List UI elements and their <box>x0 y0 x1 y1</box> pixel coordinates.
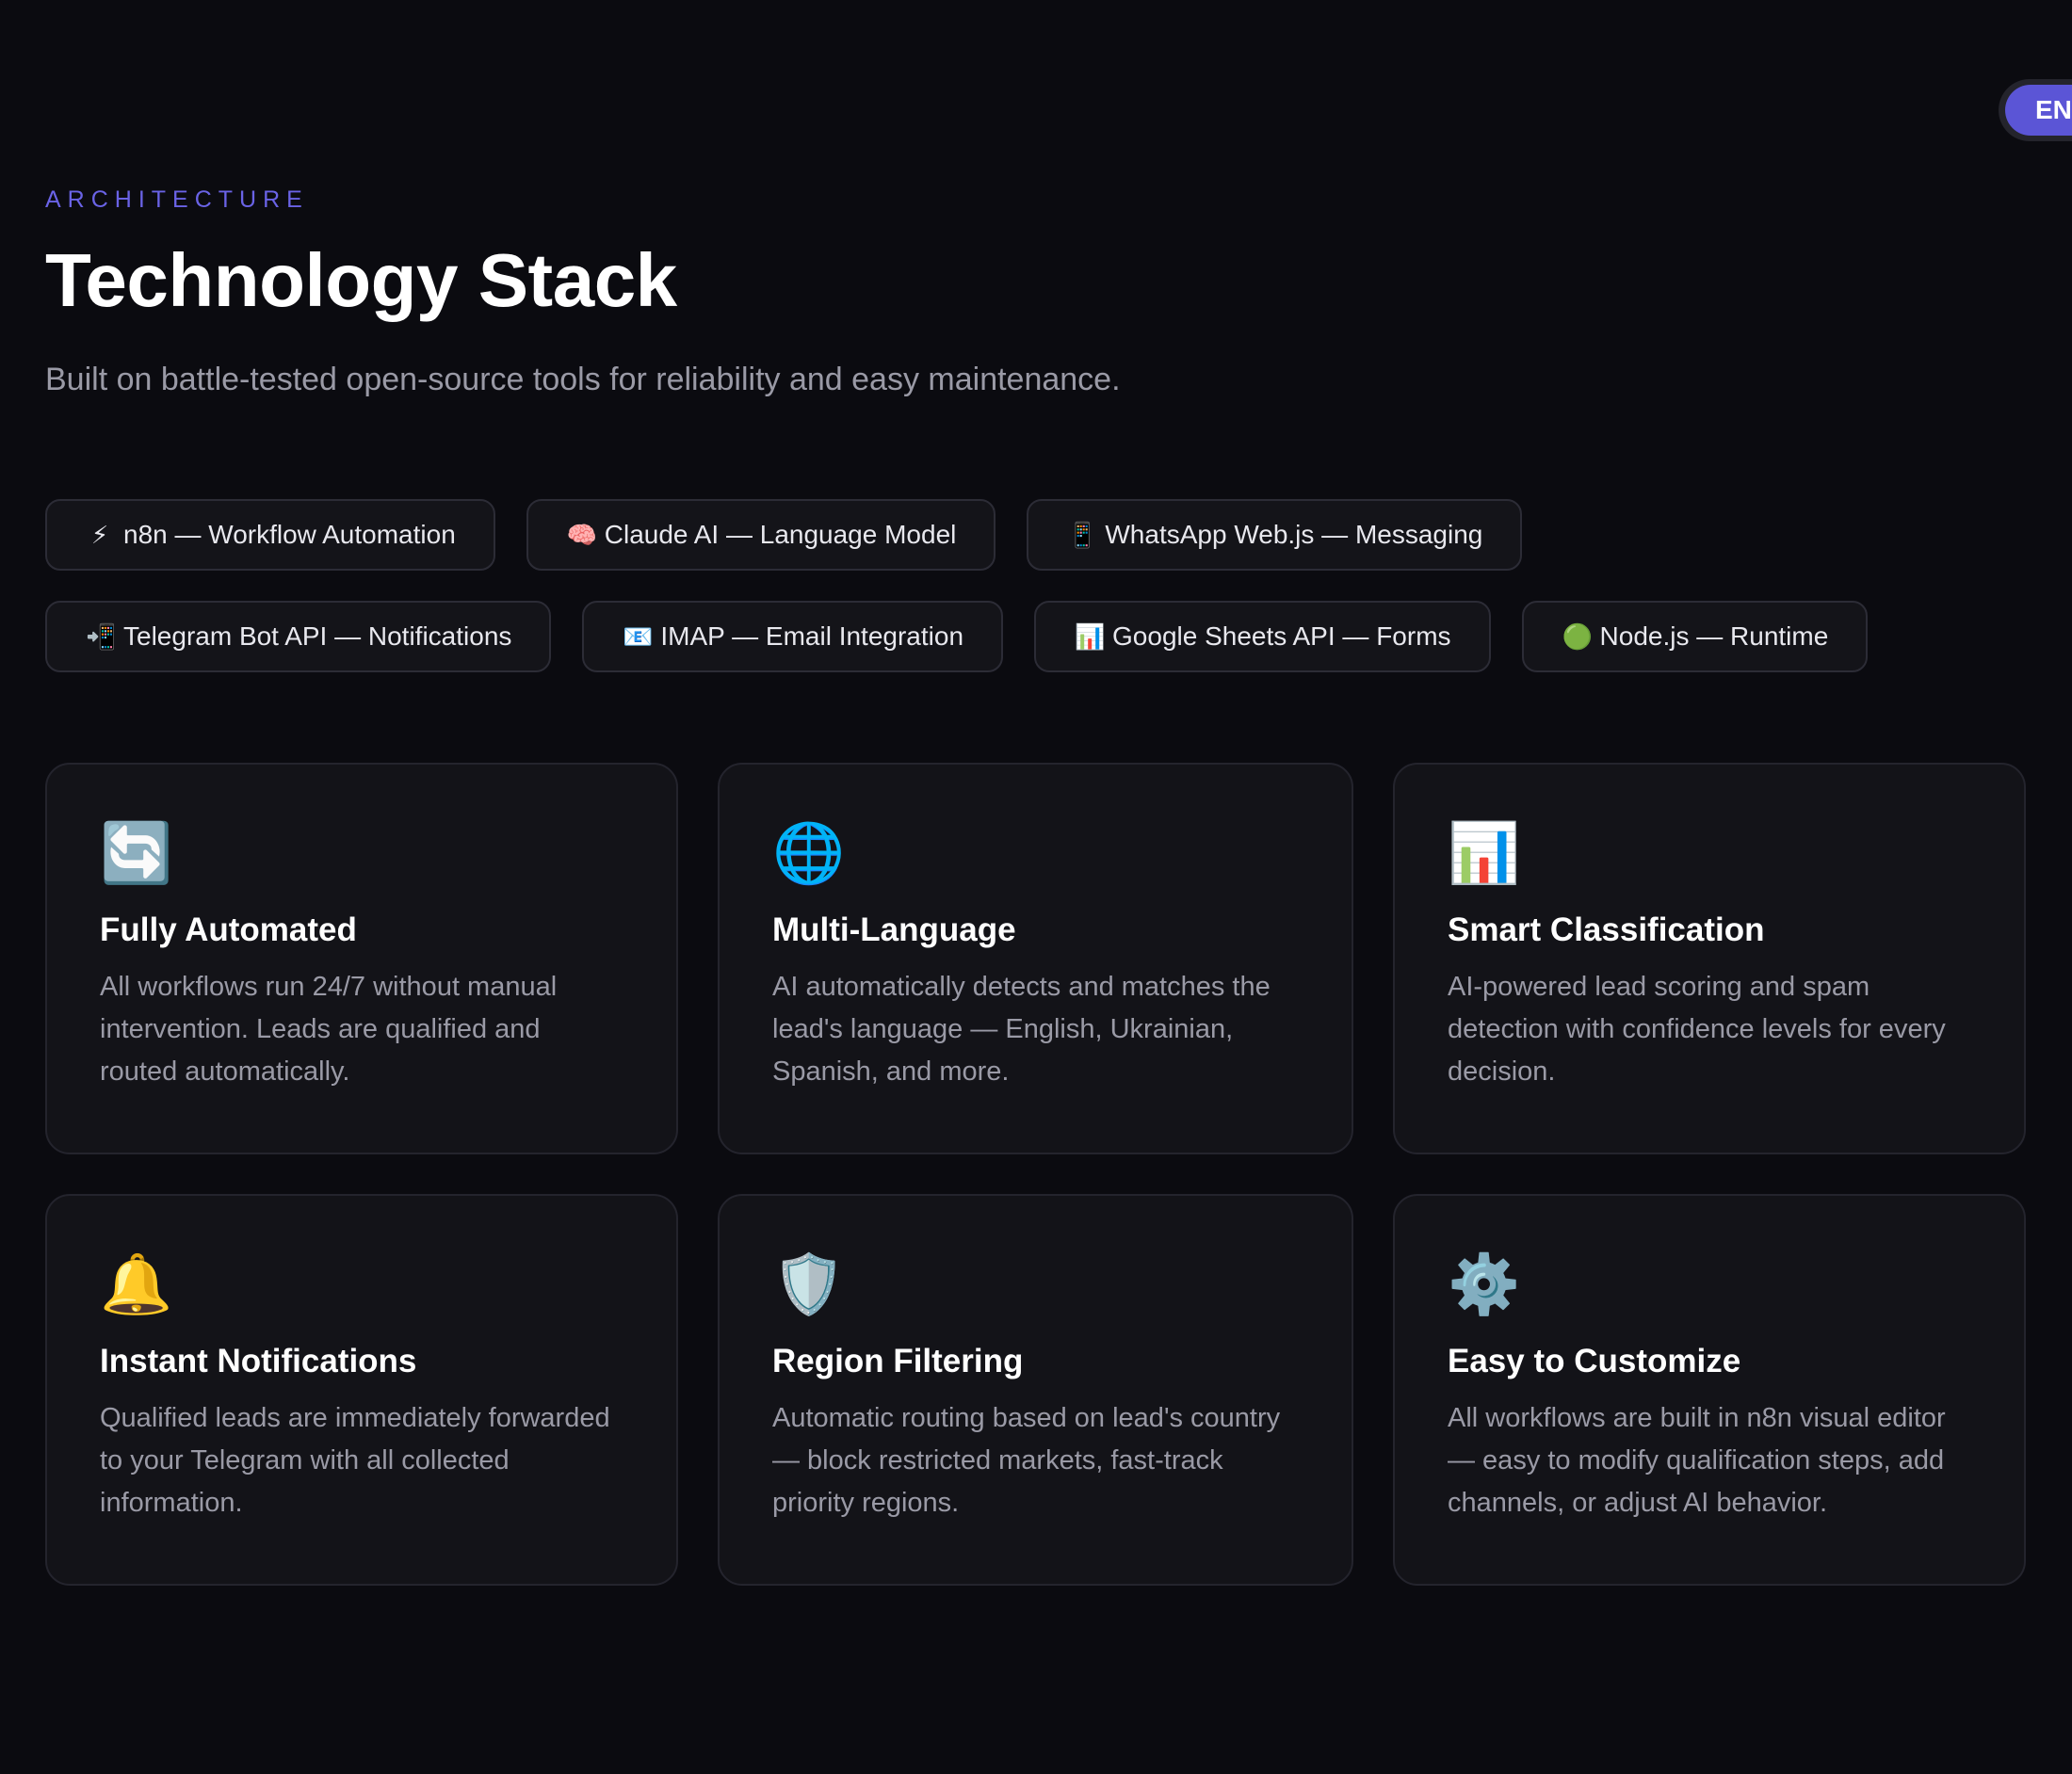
feature-card-fully-automated: 🔄 Fully Automated All workflows run 24/7… <box>45 763 678 1154</box>
tech-tag-n8n: ⚡ n8n — Workflow Automation <box>45 499 495 571</box>
feature-card-region-filtering: 🛡️ Region Filtering Automatic routing ba… <box>718 1194 1353 1586</box>
feature-card-title: Smart Classification <box>1448 911 1765 948</box>
bar-chart-icon: 📊 <box>1448 821 1521 886</box>
tech-tag-label: Claude AI — Language Model <box>604 520 957 549</box>
tech-tag-label: WhatsApp Web.js — Messaging <box>1105 520 1483 549</box>
feature-card-title: Multi-Language <box>772 911 1016 948</box>
brain-icon: 🧠 <box>566 520 598 549</box>
tech-tag-imap: 📧 IMAP — Email Integration <box>582 601 1004 672</box>
feature-card-title: Easy to Customize <box>1448 1343 1741 1379</box>
bell-icon: 🔔 <box>100 1252 173 1317</box>
feature-card-smart-classification: 📊 Smart Classification AI-powered lead s… <box>1393 763 2026 1154</box>
tech-tag-label: IMAP — Email Integration <box>660 621 964 651</box>
language-toggle-active[interactable]: EN <box>2005 85 2072 136</box>
feature-card-title: Instant Notifications <box>100 1343 417 1379</box>
tech-tag-google-sheets: 📊 Google Sheets API — Forms <box>1034 601 1491 672</box>
feature-card-description: AI-powered lead scoring and spam detecti… <box>1448 972 1946 1087</box>
phone-arrow-icon: 📲 <box>86 621 117 651</box>
feature-card-instant-notifications: 🔔 Instant Notifications Qualified leads … <box>45 1194 678 1586</box>
shield-icon: 🛡️ <box>772 1252 846 1317</box>
feature-card-description: All workflows run 24/7 without manual in… <box>100 972 558 1087</box>
email-icon: 📧 <box>623 621 654 651</box>
section-eyebrow: ARCHITECTURE <box>45 186 309 213</box>
language-toggle[interactable]: EN <box>1999 79 2072 141</box>
tech-tag-nodejs: 🟢 Node.js — Runtime <box>1521 601 1869 672</box>
repeat-arrows-icon: 🔄 <box>100 821 173 886</box>
feature-cards-grid: 🔄 Fully Automated All workflows run 24/7… <box>45 763 2027 1586</box>
feature-card-easy-to-customize: ⚙️ Easy to Customize All workflows are b… <box>1393 1194 2026 1586</box>
gear-icon: ⚙️ <box>1448 1252 1521 1317</box>
feature-card-multi-language: 🌐 Multi-Language AI automatically detect… <box>718 763 1353 1154</box>
section-subtitle: Built on battle-tested open-source tools… <box>45 362 1121 397</box>
tech-tag-whatsapp: 📱 WhatsApp Web.js — Messaging <box>1027 499 1523 571</box>
tech-tag-label: n8n — Workflow Automation <box>123 520 456 549</box>
tech-tags-row-1: ⚡ n8n — Workflow Automation 🧠 Claude AI … <box>45 499 1523 571</box>
tech-tag-label: Node.js — Runtime <box>1599 621 1829 651</box>
page-title: Technology Stack <box>45 238 677 322</box>
feature-card-description: Qualified leads are immediately forwarde… <box>100 1403 610 1518</box>
tech-tag-label: Telegram Bot API — Notifications <box>123 621 512 651</box>
phone-icon: 📱 <box>1067 520 1098 549</box>
bar-chart-icon: 📊 <box>1075 621 1106 651</box>
tech-tags-row-2: 📲 Telegram Bot API — Notifications 📧 IMA… <box>45 601 1869 672</box>
green-circle-icon: 🟢 <box>1562 621 1593 651</box>
feature-card-description: All workflows are built in n8n visual ed… <box>1448 1403 1946 1518</box>
feature-card-description: AI automatically detects and matches the… <box>772 972 1271 1087</box>
feature-card-description: Automatic routing based on lead's countr… <box>772 1403 1281 1518</box>
feature-card-title: Fully Automated <box>100 911 357 948</box>
tech-tag-claude: 🧠 Claude AI — Language Model <box>526 499 996 571</box>
tech-tag-telegram: 📲 Telegram Bot API — Notifications <box>45 601 552 672</box>
feature-card-title: Region Filtering <box>772 1343 1024 1379</box>
lightning-icon: ⚡ <box>90 520 109 549</box>
tech-tag-label: Google Sheets API — Forms <box>1112 621 1451 651</box>
globe-icon: 🌐 <box>772 821 846 886</box>
